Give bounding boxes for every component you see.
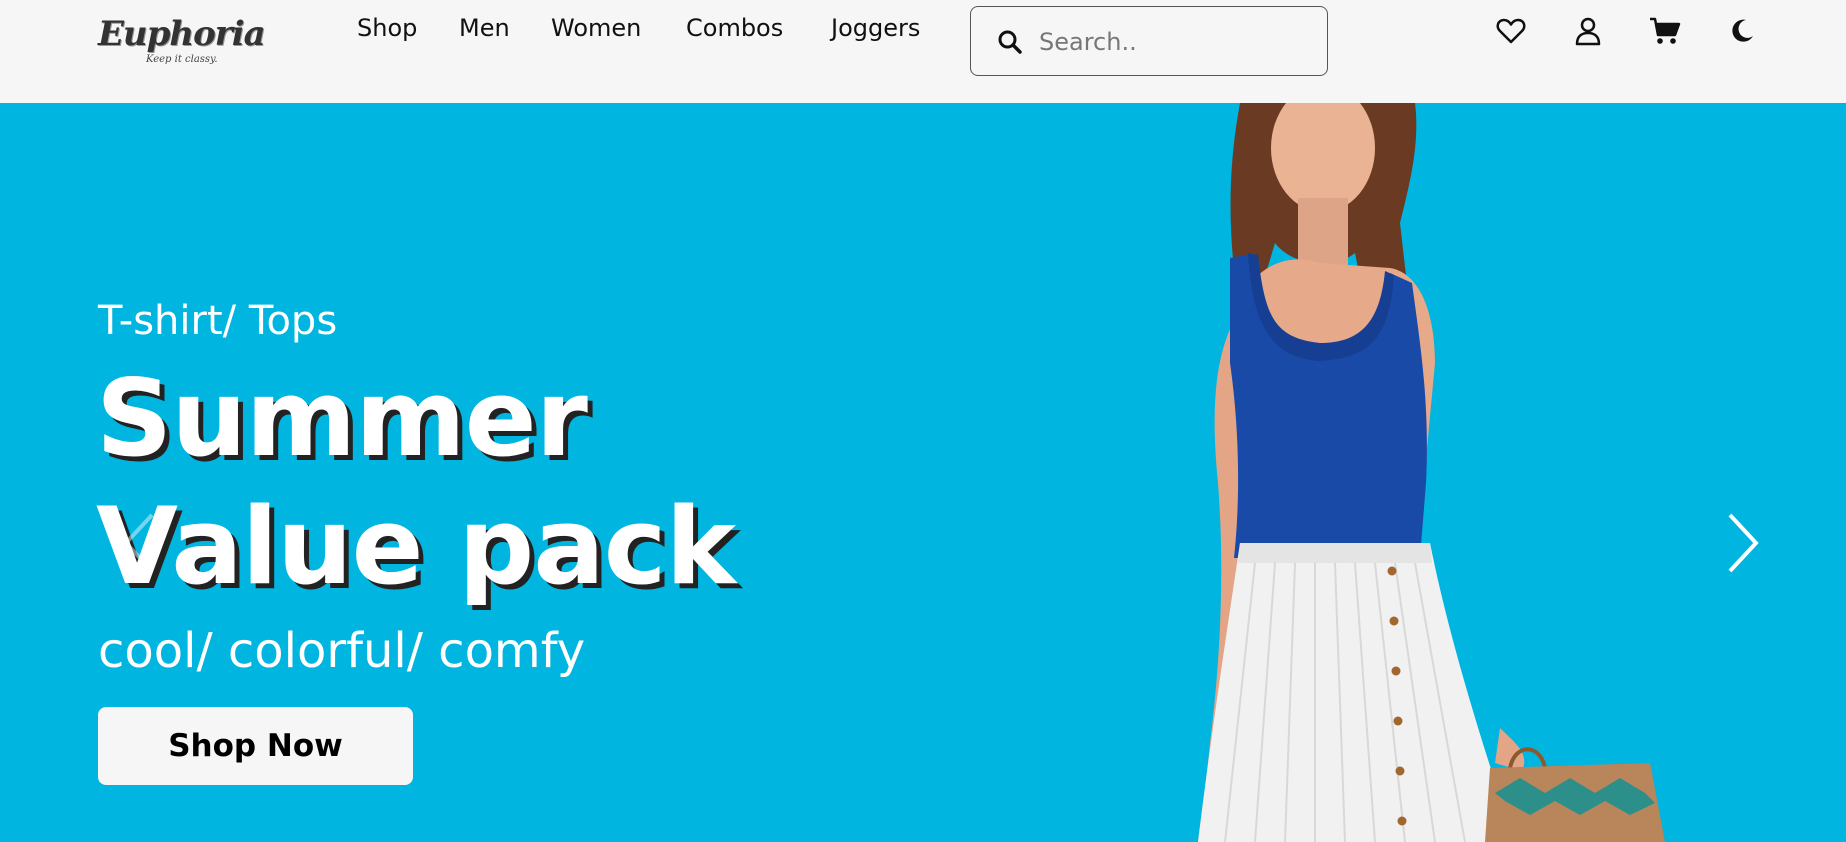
nav-link-joggers[interactable]: Joggers: [831, 14, 920, 42]
carousel-prev-chevron-left-icon[interactable]: [120, 511, 160, 575]
shop-now-button[interactable]: Shop Now: [98, 707, 413, 785]
hero-tagline: cool/ colorful/ comfy: [98, 623, 586, 679]
search-input[interactable]: [1037, 23, 1311, 61]
nav-link-men[interactable]: Men: [459, 14, 510, 42]
hero-headline-line2: Value pack: [96, 485, 736, 608]
nav-link-women[interactable]: Women: [551, 14, 641, 42]
account-user-icon[interactable]: [1571, 14, 1605, 48]
brand-tagline: Keep it classy.: [146, 54, 218, 65]
hero-subtitle: T-shirt/ Tops: [98, 298, 338, 344]
site-header: Euphoria Keep it classy. Shop Men Women …: [0, 0, 1846, 103]
brand-logo[interactable]: Euphoria Keep it classy.: [98, 14, 266, 72]
hero-banner: T-shirt/ Tops Summer Value pack cool/ co…: [0, 103, 1846, 842]
carousel-next-chevron-right-icon[interactable]: [1722, 511, 1762, 575]
nav-link-shop[interactable]: Shop: [357, 14, 417, 42]
search-icon[interactable]: [997, 29, 1023, 55]
hero-headline-line1: Summer: [96, 357, 588, 480]
dark-mode-moon-icon[interactable]: [1725, 14, 1759, 48]
search-box: [970, 6, 1328, 76]
cart-icon[interactable]: [1648, 14, 1682, 48]
hero-model-image: [1198, 103, 1665, 842]
brand-name: Euphoria: [98, 14, 266, 54]
nav-link-combos[interactable]: Combos: [686, 14, 783, 42]
wishlist-heart-icon[interactable]: [1494, 14, 1528, 48]
